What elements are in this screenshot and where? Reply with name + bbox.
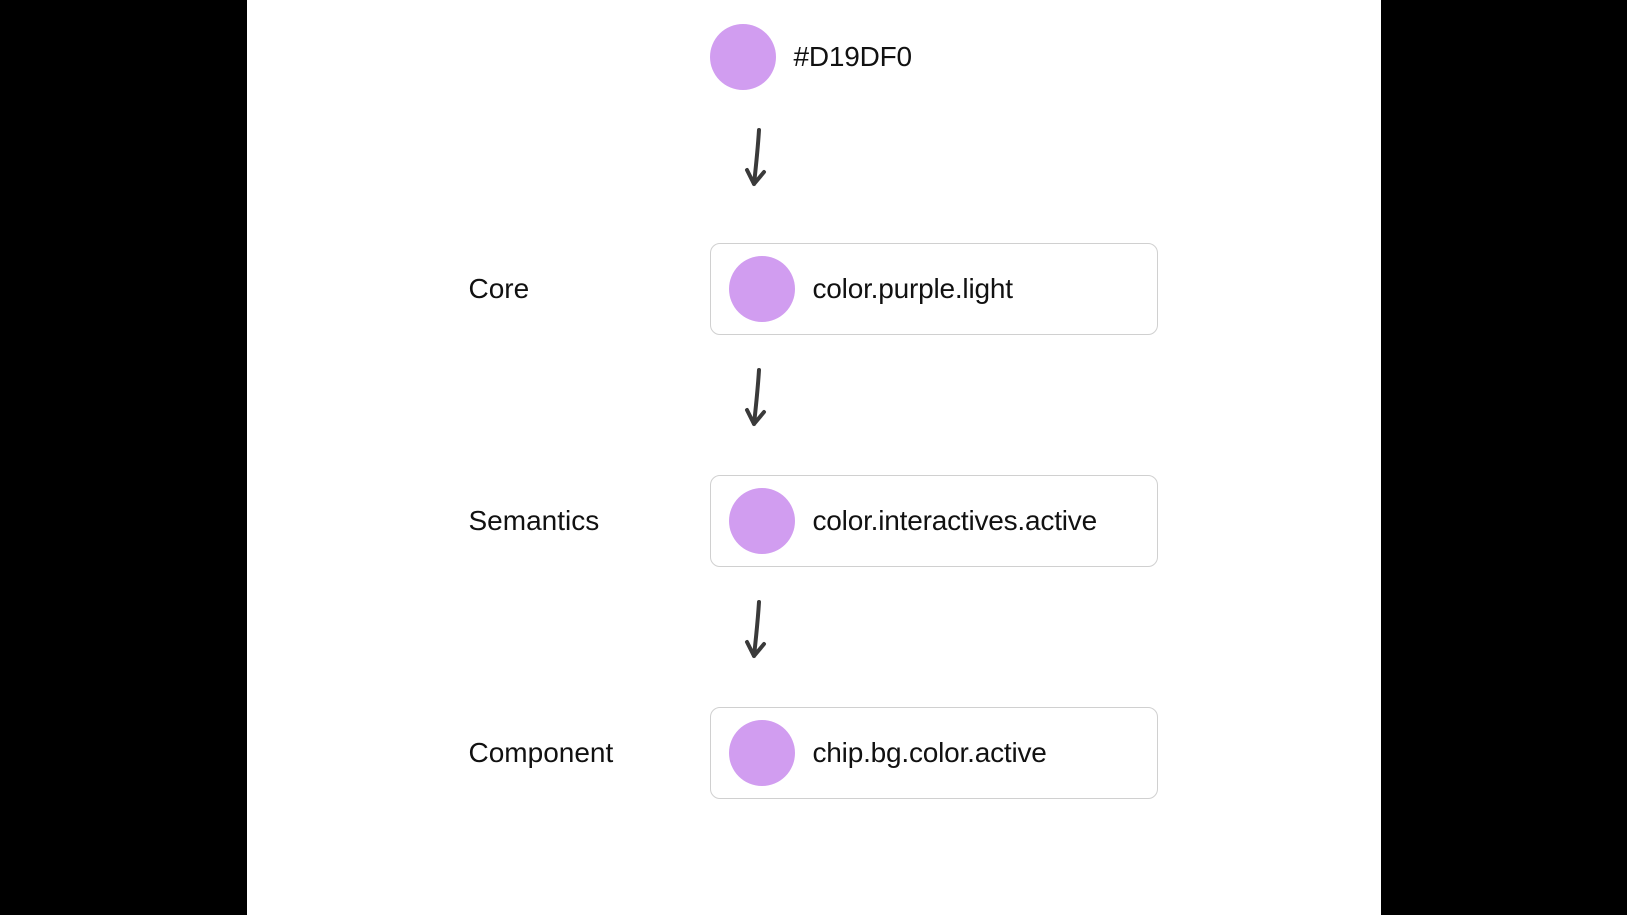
hex-row: #D19DF0 [247, 24, 1381, 90]
arrow-down-icon [739, 366, 775, 438]
semantics-row: Semantics color.interactives.active [247, 476, 1381, 566]
semantics-token-name: color.interactives.active [813, 505, 1097, 537]
color-swatch [729, 488, 795, 554]
color-swatch [710, 24, 776, 90]
hex-token: #D19DF0 [710, 24, 912, 90]
arrow-down-icon [739, 126, 775, 198]
hex-label: #D19DF0 [794, 41, 912, 73]
color-swatch [729, 256, 795, 322]
core-token-name: color.purple.light [813, 273, 1013, 305]
arrow-down-icon [739, 598, 775, 670]
core-token: color.purple.light [710, 243, 1158, 335]
category-label-component: Component [469, 737, 649, 769]
component-row: Component chip.bg.color.active [247, 708, 1381, 798]
category-label-semantics: Semantics [469, 505, 649, 537]
color-swatch [729, 720, 795, 786]
component-token: chip.bg.color.active [710, 707, 1158, 799]
category-label-core: Core [469, 273, 649, 305]
diagram-canvas: #D19DF0 Core color.purple.light Semantic… [247, 0, 1381, 915]
component-token-name: chip.bg.color.active [813, 737, 1047, 769]
core-row: Core color.purple.light [247, 244, 1381, 334]
semantics-token: color.interactives.active [710, 475, 1158, 567]
